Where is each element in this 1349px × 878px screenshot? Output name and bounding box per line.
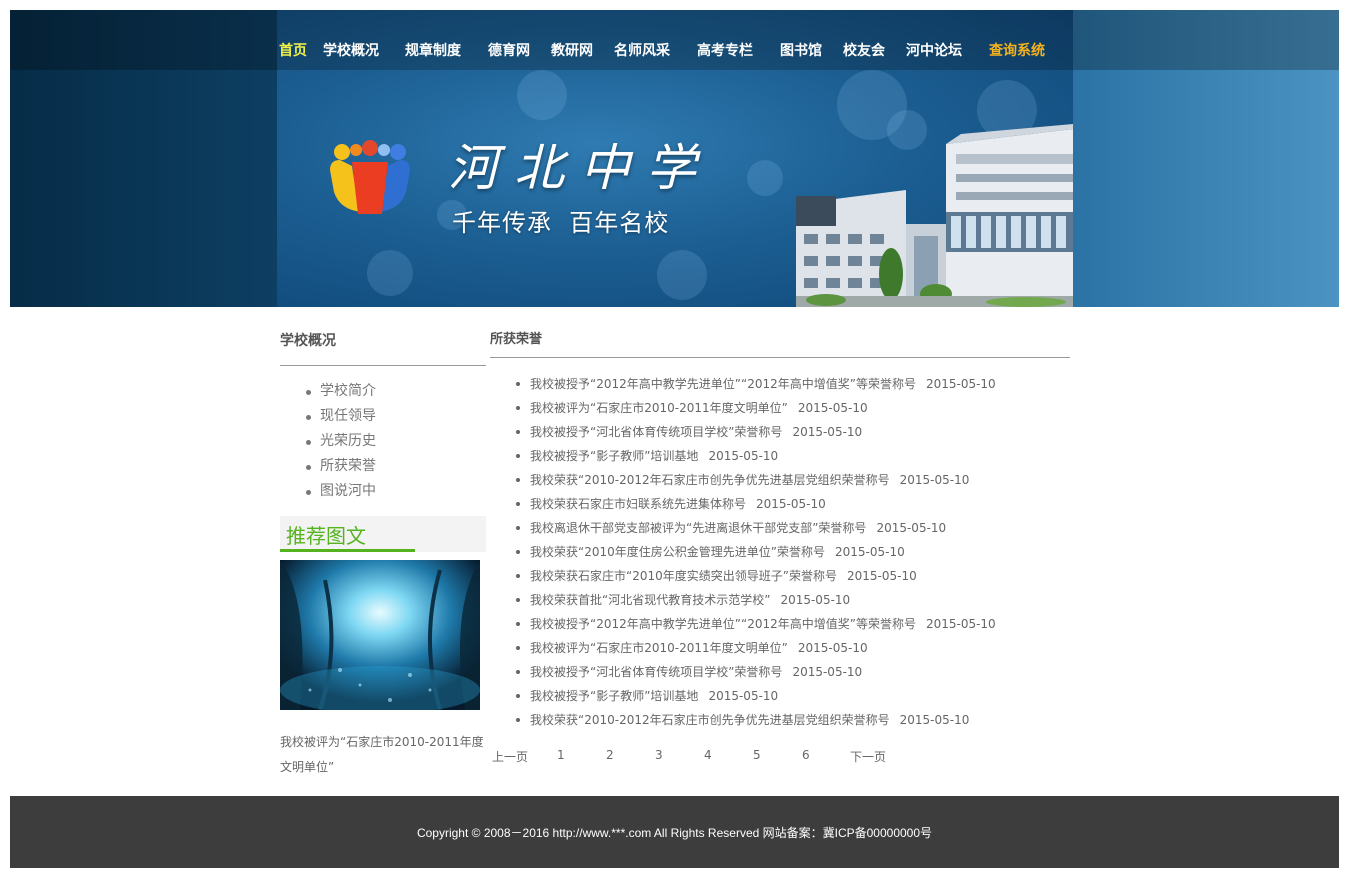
news-title[interactable]: 我校被授予“河北省体育传统项目学校”荣誉称号: [530, 665, 782, 679]
news-item[interactable]: 我校被评为“石家庄市2010-2011年度文明单位” 2015-05-10: [514, 396, 1070, 420]
sidebar-menu: 学校简介 现任领导 光荣历史 所获荣誉 图说河中: [304, 379, 376, 504]
page-link-6[interactable]: 6: [802, 748, 810, 762]
news-title[interactable]: 我校被授予“影子教师”培训基地: [530, 449, 698, 463]
sidebar-item-school-intro[interactable]: 学校简介: [304, 379, 376, 404]
news-title[interactable]: 我校荣获“2010-2012年石家庄市创先争优先进基层党组织荣誉称号: [530, 473, 890, 487]
news-date: 2015-05-10: [834, 545, 905, 559]
school-logo-icon: [328, 140, 412, 220]
page-link-3[interactable]: 3: [655, 748, 663, 762]
news-date: 2015-05-10: [899, 473, 970, 487]
news-item[interactable]: 我校荣获“2010-2012年石家庄市创先争优先进基层党组织荣誉称号 2015-0…: [514, 708, 1070, 732]
recommend-underline: [280, 549, 415, 552]
news-item[interactable]: 我校被授予“影子教师”培训基地 2015-05-10: [514, 684, 1070, 708]
news-item[interactable]: 我校荣获“2010年度住房公积金管理先进单位”荣誉称号 2015-05-10: [514, 540, 1070, 564]
recommend-image[interactable]: [280, 560, 480, 710]
news-date: 2015-05-10: [925, 377, 996, 391]
news-item[interactable]: 我校被授予“河北省体育传统项目学校”荣誉称号 2015-05-10: [514, 420, 1070, 444]
nav-research[interactable]: 教研网: [551, 40, 593, 60]
news-list: 我校被授予“2012年高中教学先进单位”“2012年高中增值奖”等荣誉称号 201…: [514, 372, 1070, 732]
recommend-title: 推荐图文: [286, 524, 366, 548]
school-building-image: [796, 124, 1073, 307]
news-item[interactable]: 我校被授予“2012年高中教学先进单位”“2012年高中增值奖”等荣誉称号 201…: [514, 612, 1070, 636]
page-title: 所获荣誉: [490, 332, 543, 347]
news-title[interactable]: 我校被评为“石家庄市2010-2011年度文明单位”: [530, 401, 788, 415]
sidebar-item-honors[interactable]: 所获荣誉: [304, 454, 376, 479]
news-date: 2015-05-10: [925, 617, 996, 631]
news-title[interactable]: 我校荣获“2010年度住房公积金管理先进单位”荣誉称号: [530, 545, 825, 559]
news-title[interactable]: 我校被授予“2012年高中教学先进单位”“2012年高中增值奖”等荣誉称号: [530, 377, 916, 391]
copyright-text: Copyright © 2008－2016 http://www.***.com…: [416, 826, 933, 840]
news-date: 2015-05-10: [792, 665, 863, 679]
nav-rules[interactable]: 规章制度: [405, 40, 461, 60]
sidebar-item-leadership[interactable]: 现任领导: [304, 404, 376, 429]
nav-library[interactable]: 图书馆: [780, 40, 822, 60]
news-item[interactable]: 我校被授予“河北省体育传统项目学校”荣誉称号 2015-05-10: [514, 660, 1070, 684]
sidebar-divider: [280, 365, 486, 366]
news-item[interactable]: 我校荣获石家庄市“2010年度实绩突出领导班子”荣誉称号 2015-05-10: [514, 564, 1070, 588]
page-link-2[interactable]: 2: [606, 748, 614, 762]
news-title[interactable]: 我校荣获首批“河北省现代教育技术示范学校”: [530, 593, 770, 607]
news-date: 2015-05-10: [797, 401, 868, 415]
news-title[interactable]: 我校被授予“河北省体育传统项目学校”荣誉称号: [530, 425, 782, 439]
news-date: 2015-05-10: [876, 521, 947, 535]
nav-gaokao[interactable]: 高考专栏: [697, 40, 753, 60]
news-title[interactable]: 我校荣获石家庄市妇联系统先进集体称号: [530, 497, 746, 511]
nav-query-system[interactable]: 查询系统: [989, 40, 1045, 60]
news-item[interactable]: 我校被授予“影子教师”培训基地 2015-05-10: [514, 444, 1070, 468]
prev-page-link[interactable]: 上一页: [492, 748, 528, 765]
pagination: 上一页 1 2 3 4 5 6 下一页: [490, 748, 1070, 768]
news-item[interactable]: 我校荣获石家庄市妇联系统先进集体称号 2015-05-10: [514, 492, 1070, 516]
news-item[interactable]: 我校荣获首批“河北省现代教育技术示范学校” 2015-05-10: [514, 588, 1070, 612]
news-date: 2015-05-10: [708, 449, 779, 463]
news-date: 2015-05-10: [899, 713, 970, 727]
school-name: 河北中学: [448, 139, 712, 197]
nav-alumni[interactable]: 校友会: [843, 40, 885, 60]
nav-teachers[interactable]: 名师风采: [614, 40, 670, 60]
main-divider: [490, 357, 1070, 358]
sidebar-item-history[interactable]: 光荣历史: [304, 429, 376, 454]
site-footer: Copyright © 2008－2016 http://www.***.com…: [10, 796, 1339, 868]
news-date: 2015-05-10: [708, 689, 779, 703]
nav-forum[interactable]: 河中论坛: [906, 40, 962, 60]
page-link-5[interactable]: 5: [753, 748, 761, 762]
next-page-link[interactable]: 下一页: [850, 748, 886, 765]
nav-school-overview[interactable]: 学校概况: [323, 40, 379, 60]
news-date: 2015-05-10: [797, 641, 868, 655]
news-item[interactable]: 我校被授予“2012年高中教学先进单位”“2012年高中增值奖”等荣誉称号 201…: [514, 372, 1070, 396]
sidebar-title: 学校概况: [280, 333, 336, 349]
news-title[interactable]: 我校荣获石家庄市“2010年度实绩突出领导班子”荣誉称号: [530, 569, 837, 583]
nav-home[interactable]: 首页: [279, 40, 307, 60]
news-title[interactable]: 我校荣获“2010-2012年石家庄市创先争优先进基层党组织荣誉称号: [530, 713, 890, 727]
recommend-header: 推荐图文: [280, 516, 486, 552]
nav-moral-education[interactable]: 德育网: [488, 40, 530, 60]
news-item[interactable]: 我校离退休干部党支部被评为“先进离退休干部党支部”荣誉称号 2015-05-10: [514, 516, 1070, 540]
news-date: 2015-05-10: [792, 425, 863, 439]
news-date: 2015-05-10: [756, 497, 826, 511]
page-link-1[interactable]: 1: [557, 748, 565, 762]
sidebar: 学校概况 学校简介 现任领导 光荣历史 所获荣誉 图说河中 推荐图文 我校被评为…: [280, 325, 486, 774]
news-title[interactable]: 我校被授予“影子教师”培训基地: [530, 689, 698, 703]
school-slogan: 千年传承 百年名校: [452, 209, 670, 237]
page-link-4[interactable]: 4: [704, 748, 712, 762]
news-title[interactable]: 我校被评为“石家庄市2010-2011年度文明单位”: [530, 641, 788, 655]
recommend-caption[interactable]: 我校被评为“石家庄市2010-2011年度文明单位”: [280, 730, 486, 780]
news-date: 2015-05-10: [780, 593, 851, 607]
news-title[interactable]: 我校离退休干部党支部被评为“先进离退休干部党支部”荣誉称号: [530, 521, 866, 535]
sidebar-item-photo-gallery[interactable]: 图说河中: [304, 479, 376, 504]
main-content: 所获荣誉 我校被授予“2012年高中教学先进单位”“2012年高中增值奖”等荣誉…: [490, 325, 1070, 764]
news-item[interactable]: 我校荣获“2010-2012年石家庄市创先争优先进基层党组织荣誉称号 2015-0…: [514, 468, 1070, 492]
news-item[interactable]: 我校被评为“石家庄市2010-2011年度文明单位” 2015-05-10: [514, 636, 1070, 660]
news-title[interactable]: 我校被授予“2012年高中教学先进单位”“2012年高中增值奖”等荣誉称号: [530, 617, 916, 631]
news-date: 2015-05-10: [846, 569, 917, 583]
